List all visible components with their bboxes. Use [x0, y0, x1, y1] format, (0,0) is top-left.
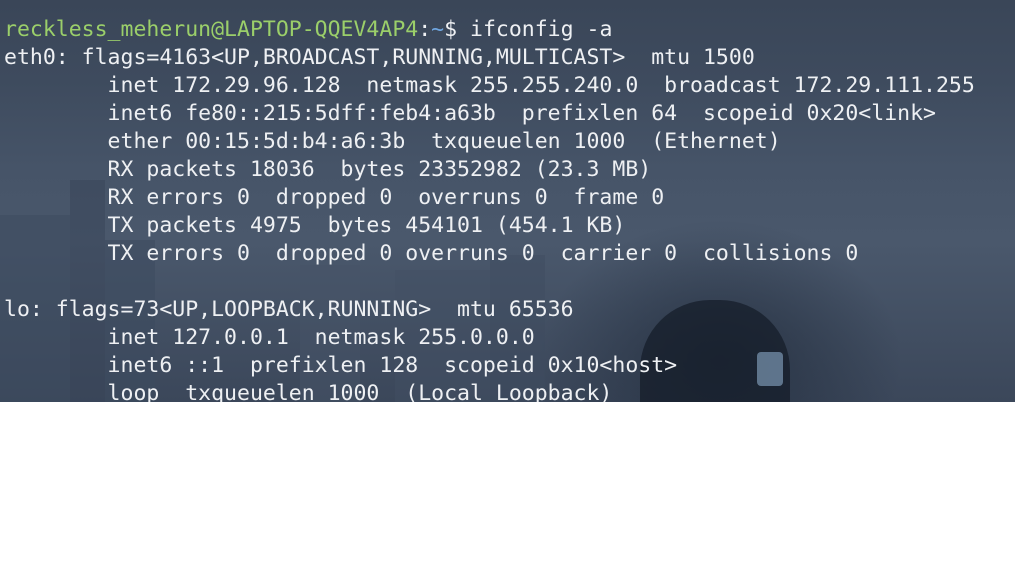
output-line: RX errors 0 dropped 0 overruns 0 frame 0 [4, 185, 665, 210]
prompt-user-host: reckless_meherun@LAPTOP-QQEV4AP4 [4, 17, 419, 42]
output-line: eth0: flags=4163<UP,BROADCAST,RUNNING,MU… [4, 45, 755, 70]
output-line: lo: flags=73<UP,LOOPBACK,RUNNING> mtu 65… [4, 297, 574, 322]
output-line: inet6 ::1 prefixlen 128 scopeid 0x10<hos… [4, 353, 678, 378]
prompt-separator: : [418, 17, 432, 42]
output-line: TX errors 0 dropped 0 overruns 0 carrier… [4, 241, 859, 266]
output-line: RX packets 18036 bytes 23352982 (23.3 MB… [4, 157, 652, 182]
prompt-symbol: $ [444, 17, 458, 42]
output-line: ether 00:15:5d:b4:a6:3b txqueuelen 1000 … [4, 129, 781, 154]
output-line: inet6 fe80::215:5dff:feb4:a63b prefixlen… [4, 101, 936, 126]
output-line: inet 127.0.0.1 netmask 255.0.0.0 [4, 325, 535, 350]
output-line: TX packets 4975 bytes 454101 (454.1 KB) [4, 213, 626, 238]
command-text: ifconfig -a [457, 17, 613, 42]
output-line: inet 172.29.96.128 netmask 255.255.240.0… [4, 73, 975, 98]
output-line: loop txqueuelen 1000 (Local Loopback) [4, 381, 613, 402]
prompt-path: ~ [431, 17, 445, 42]
terminal-output[interactable]: reckless_meherun@LAPTOP-QQEV4AP4:~$ ifco… [4, 16, 975, 402]
terminal-window[interactable]: reckless_meherun@LAPTOP-QQEV4AP4:~$ ifco… [0, 0, 1015, 402]
